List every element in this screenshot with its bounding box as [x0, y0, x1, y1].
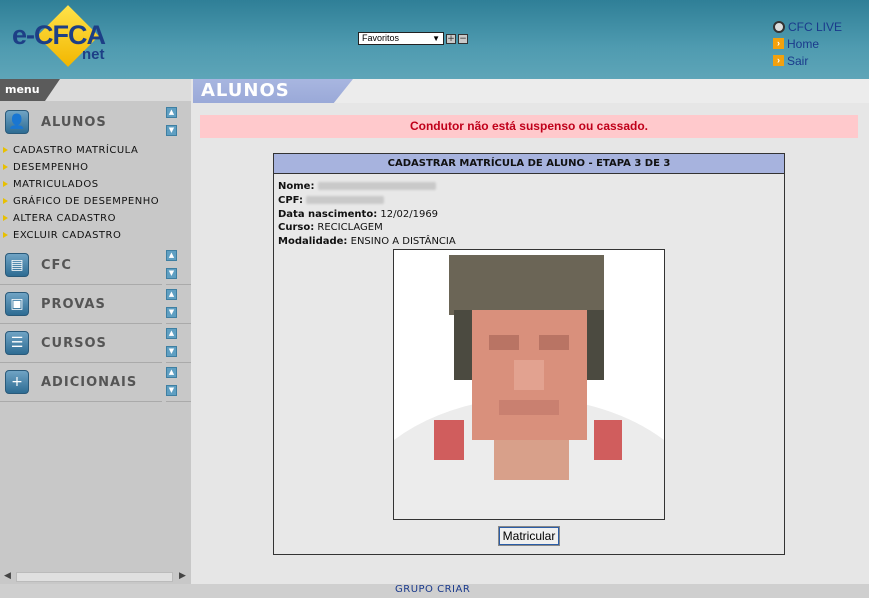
field-cpf: CPF:	[278, 194, 780, 208]
arrow-right-icon: ›	[773, 38, 784, 49]
favorites-bar: Favoritos ▼ + −	[358, 32, 468, 45]
scroll-track[interactable]	[16, 572, 173, 582]
field-label: Modalidade:	[278, 236, 348, 248]
field-value: 12/02/1969	[380, 208, 439, 220]
section-toggle: ▲ ▼	[166, 250, 178, 286]
expand-down-icon[interactable]: ▼	[166, 268, 177, 279]
link-cfc-live[interactable]: CFC LIVE	[773, 18, 842, 35]
sidebar-section-cfc[interactable]: ▤ CFC ▲ ▼	[0, 246, 191, 285]
redacted-cpf	[306, 195, 385, 204]
redacted-name	[317, 182, 436, 190]
section-toggle: ▲ ▼	[166, 107, 178, 143]
divider	[166, 401, 191, 402]
footer: GRUPO CRIAR	[0, 584, 869, 598]
expand-down-icon[interactable]: ▼	[166, 307, 177, 318]
section-title: ALUNOS	[41, 115, 107, 130]
sidebar-item-matriculados[interactable]: MATRICULADOS	[0, 176, 191, 193]
sidebar: menu 👤 ALUNOS ▲ ▼ CADASTRO MATRÍCULA DESE…	[0, 79, 191, 584]
link-sair[interactable]: › Sair	[773, 52, 842, 69]
section-toggle: ▲ ▼	[166, 328, 178, 364]
arrow-right-icon: ›	[773, 55, 784, 66]
plus-icon: +	[5, 370, 29, 394]
collapse-up-icon[interactable]: ▲	[166, 328, 177, 339]
alunos-submenu: CADASTRO MATRÍCULA DESEMPENHO MATRICULAD…	[0, 142, 191, 244]
section-title: CFC	[41, 258, 72, 273]
webcam-icon	[773, 20, 785, 33]
logo-sub-text: net	[82, 46, 105, 63]
link-sair-label: Sair	[787, 53, 809, 68]
student-fields: Nome: CPF: Data nascimento: 12/02/1969 C…	[274, 174, 784, 255]
pixelated-photo	[394, 250, 664, 519]
divider	[0, 401, 162, 402]
section-title: PROVAS	[41, 297, 106, 312]
ecfca-logo[interactable]: e-CFCA net	[10, 5, 120, 70]
top-links: CFC LIVE › Home › Sair	[773, 18, 842, 69]
link-home[interactable]: › Home	[773, 35, 842, 52]
app-header: e-CFCA net Favoritos ▼ + − CFC LIVE › Ho…	[0, 0, 869, 79]
sidebar-item-cadastro-matricula[interactable]: CADASTRO MATRÍCULA	[0, 142, 191, 159]
matricular-button[interactable]: Matricular	[498, 526, 560, 546]
expand-down-icon[interactable]: ▼	[166, 125, 177, 136]
collapse-up-icon[interactable]: ▲	[166, 107, 177, 118]
favorites-selected-value: Favoritos	[362, 33, 400, 43]
sidebar-section-alunos[interactable]: 👤 ALUNOS ▲ ▼	[0, 103, 191, 142]
section-toggle: ▲ ▼	[166, 367, 178, 403]
remove-favorite-button[interactable]: −	[458, 33, 468, 44]
exam-icon: ▣	[5, 292, 29, 316]
student-photo	[393, 249, 665, 520]
field-nascimento: Data nascimento: 12/02/1969	[278, 208, 780, 222]
sidebar-section-cursos[interactable]: ☰ CURSOS ▲ ▼	[0, 324, 191, 363]
field-label: Data nascimento:	[278, 208, 378, 220]
sidebar-item-excluir-cadastro[interactable]: EXCLUIR CADASTRO	[0, 227, 191, 244]
enrollment-panel: CADASTRAR MATRÍCULA DE ALUNO - ETAPA 3 D…	[273, 153, 785, 555]
sidebar-item-grafico-desempenho[interactable]: GRÁFICO DE DESEMPENHO	[0, 193, 191, 210]
page-header: ALUNOS	[193, 79, 869, 103]
collapse-up-icon[interactable]: ▲	[166, 250, 177, 261]
section-title: ADICIONAIS	[41, 375, 138, 390]
menu-tab: menu	[0, 79, 191, 101]
scroll-left-icon[interactable]: ◀	[4, 571, 11, 581]
collapse-up-icon[interactable]: ▲	[166, 367, 177, 378]
page-title: ALUNOS	[193, 79, 353, 103]
sidebar-section-provas[interactable]: ▣ PROVAS ▲ ▼	[0, 285, 191, 324]
collapse-up-icon[interactable]: ▲	[166, 289, 177, 300]
expand-down-icon[interactable]: ▼	[166, 385, 177, 396]
link-home-label: Home	[787, 36, 820, 51]
dropdown-arrow-icon: ▼	[432, 34, 440, 43]
section-toggle: ▲ ▼	[166, 289, 178, 325]
document-icon: ▤	[5, 253, 29, 277]
user-icon: 👤	[5, 110, 29, 134]
link-cfc-live-label: CFC LIVE	[788, 19, 843, 34]
field-value: ENSINO A DISTÂNCIA	[350, 236, 456, 248]
field-label: Curso:	[278, 222, 315, 234]
sidebar-section-adicionais[interactable]: + ADICIONAIS ▲ ▼	[0, 363, 191, 402]
scroll-right-icon[interactable]: ▶	[179, 571, 186, 581]
status-alert: Condutor não está suspenso ou cassado.	[200, 115, 858, 138]
sidebar-horizontal-scrollbar[interactable]: ◀ ▶	[0, 570, 191, 584]
menu-label: menu	[0, 79, 60, 101]
expand-down-icon[interactable]: ▼	[166, 346, 177, 357]
field-nome: Nome:	[278, 180, 780, 194]
field-curso: Curso: RECICLAGEM	[278, 221, 780, 235]
field-label: Nome:	[278, 181, 315, 192]
sidebar-item-altera-cadastro[interactable]: ALTERA CADASTRO	[0, 210, 191, 227]
field-value: RECICLAGEM	[317, 222, 383, 234]
field-label: CPF:	[278, 194, 303, 206]
footer-text: GRUPO CRIAR	[395, 584, 471, 595]
section-title: CURSOS	[41, 336, 107, 351]
list-icon: ☰	[5, 331, 29, 355]
sidebar-item-desempenho[interactable]: DESEMPENHO	[0, 159, 191, 176]
panel-title: CADASTRAR MATRÍCULA DE ALUNO - ETAPA 3 D…	[274, 154, 784, 174]
add-favorite-button[interactable]: +	[446, 33, 456, 44]
field-modalidade: Modalidade: ENSINO A DISTÂNCIA	[278, 235, 780, 249]
favorites-select[interactable]: Favoritos ▼	[358, 32, 444, 45]
